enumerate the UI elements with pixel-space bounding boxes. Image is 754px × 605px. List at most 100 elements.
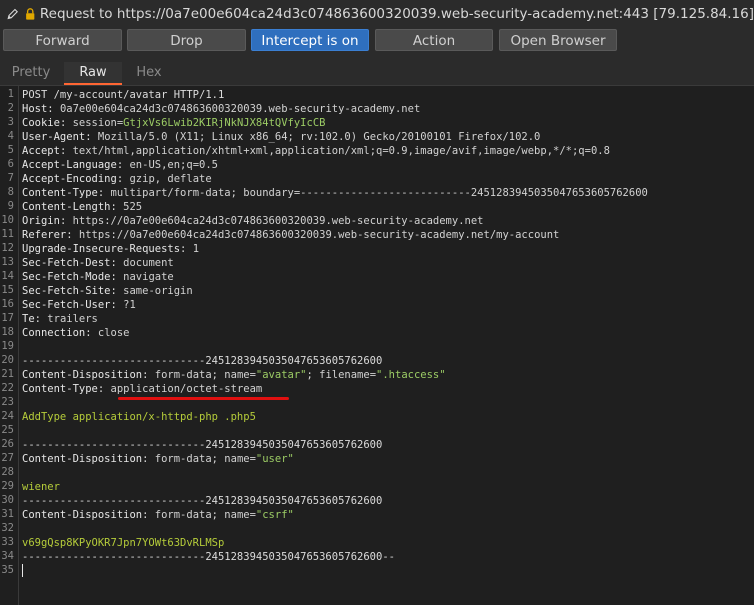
request-editor[interactable]: 1 2 3 4 5 6 7 8 9 10 11 12 13 14 15 16 17 18 19 20 21 22 23 24 2… [0,86,754,605]
header-accept: Accept: text/html,application/xhtml+xml,… [22,145,610,157]
forward-button[interactable]: Forward [3,29,122,51]
header-value: form-data; name= [148,369,256,381]
header-value: form-data; name= [148,453,256,465]
pencil-icon[interactable] [6,5,19,23]
header-name: Content-Disposition [22,453,143,465]
line-number: 10 [1,214,14,226]
lock-icon [26,8,35,20]
header-name: Content-Length [22,201,111,213]
header-content-length: Content-Length: 525 [22,201,143,213]
header-value: form-data; name= [148,509,256,521]
header-value: https://0a7e00e604ca24d3c074863600320039… [72,229,560,241]
header-name: Content-Disposition [22,509,143,521]
line-number: 2 [7,102,14,114]
header-value: 0a7e00e604ca24d3c074863600320039.web-sec… [53,103,421,115]
multipart-boundary: -----------------------------24512839450… [22,495,383,507]
header-name: Accept-Encoding [22,173,117,185]
request-title: Request to https://0a7e00e604ca24d3c0748… [39,6,754,22]
header-connection: Connection: close [22,327,130,339]
header-name: Referer [22,229,67,241]
header-value: close [91,327,130,339]
line-number: 14 [1,270,14,282]
filename-value: ".htaccess" [376,369,446,381]
tab-pretty[interactable]: Pretty [4,62,58,85]
open-browser-button[interactable]: Open Browser [499,29,617,51]
header-name: Cookie [22,117,60,129]
header-value: trailers [40,313,98,325]
line-number-gutter: 1 2 3 4 5 6 7 8 9 10 11 12 13 14 15 16 17 18 19 20 21 22 23 24 2… [0,86,19,605]
part-csrf-disposition: Content-Disposition: form-data; name="cs… [22,509,294,521]
header-upgrade-insecure: Upgrade-Insecure-Requests: 1 [22,243,200,255]
line-number: 19 [1,340,14,352]
line-number: 3 [7,116,14,128]
header-value: Mozilla/5.0 (X11; Linux x86_64; rv:102.0… [91,131,541,143]
line-number: 5 [7,144,14,156]
header-host: Host: 0a7e00e604ca24d3c074863600320039.w… [22,103,421,115]
intercept-toggle-button[interactable]: Intercept is on [251,29,369,51]
request-line: POST /my-account/avatar HTTP/1.1 [22,89,225,101]
csrf-value: v69gQsp8KPyOKR7Jpn7YOWt63DvRLMSp [22,537,225,549]
session-cookie-value: GtjxVs6Lwib2KIRjNkNJX84tQVfyIcCB [123,117,326,129]
header-value: document [116,257,174,269]
line-number: 35 [1,564,14,576]
htaccess-body: AddType application/x-httpd-php .php5 [22,411,256,423]
line-number: 33 [1,536,14,548]
header-name: Sec-Fetch-User [22,299,111,311]
tab-raw[interactable]: Raw [64,62,122,85]
user-value: wiener [22,481,60,493]
header-name: Host [22,103,48,115]
header-value: multipart/form-data; boundary=----------… [104,187,648,199]
header-accept-encoding: Accept-Encoding: gzip, deflate [22,173,212,185]
line-number: 25 [1,424,14,436]
header-name: Te [22,313,35,325]
header-name: User-Agent [22,131,86,143]
header-accept-language: Accept-Language: en-US,en;q=0.5 [22,159,218,171]
multipart-boundary-end: -----------------------------24512839450… [22,551,395,563]
header-name: Content-Type [22,187,98,199]
header-name: Origin [22,215,60,227]
line-number: 30 [1,494,14,506]
line-number: 34 [1,550,14,562]
header-sec-fetch-dest: Sec-Fetch-Dest: document [22,257,174,269]
line-number: 11 [1,228,14,240]
part-avatar-disposition: Content-Disposition: form-data; name="av… [22,369,446,381]
line-number: 20 [1,354,14,366]
header-name: Connection [22,327,86,339]
tab-hex[interactable]: Hex [124,62,174,85]
header-value: navigate [116,271,174,283]
line-number: 21 [1,368,14,380]
part-avatar-content-type: Content-Type: application/octet-stream [22,383,263,395]
header-value: en-US,en;q=0.5 [123,159,218,171]
line-number: 4 [7,130,14,142]
header-value: ?1 [116,299,136,311]
line-number: 17 [1,312,14,324]
action-button[interactable]: Action [375,29,493,51]
header-name: Accept-Language [22,159,117,171]
line-number: 26 [1,438,14,450]
header-sec-fetch-mode: Sec-Fetch-Mode: navigate [22,271,174,283]
line-number: 23 [1,396,14,408]
line-number: 29 [1,480,14,492]
line-number: 28 [1,466,14,478]
line-number: 31 [1,508,14,520]
drop-button[interactable]: Drop [127,29,246,51]
field-name: "csrf" [255,509,294,521]
header-content-type: Content-Type: multipart/form-data; bound… [22,187,648,199]
header-te: Te: trailers [22,313,98,325]
toolbar: Forward Drop Intercept is on Action Open… [0,28,754,54]
line-number: 6 [7,158,14,170]
line-number: 9 [7,200,14,212]
header-name: Sec-Fetch-Dest [22,257,111,269]
field-name: "user" [255,453,294,465]
line-number: 13 [1,256,14,268]
header-sec-fetch-user: Sec-Fetch-User: ?1 [22,299,136,311]
view-tabs: Pretty Raw Hex [0,62,754,86]
part-user-disposition: Content-Disposition: form-data; name="us… [22,453,294,465]
line-number: 12 [1,242,14,254]
header-referer: Referer: https://0a7e00e604ca24d3c074863… [22,229,560,241]
cookie-key: session= [66,117,124,129]
multipart-boundary: -----------------------------24512839450… [22,355,383,367]
title-bar: Request to https://0a7e00e604ca24d3c0748… [0,0,754,28]
header-name: Sec-Fetch-Site [22,285,111,297]
line-number: 27 [1,452,14,464]
